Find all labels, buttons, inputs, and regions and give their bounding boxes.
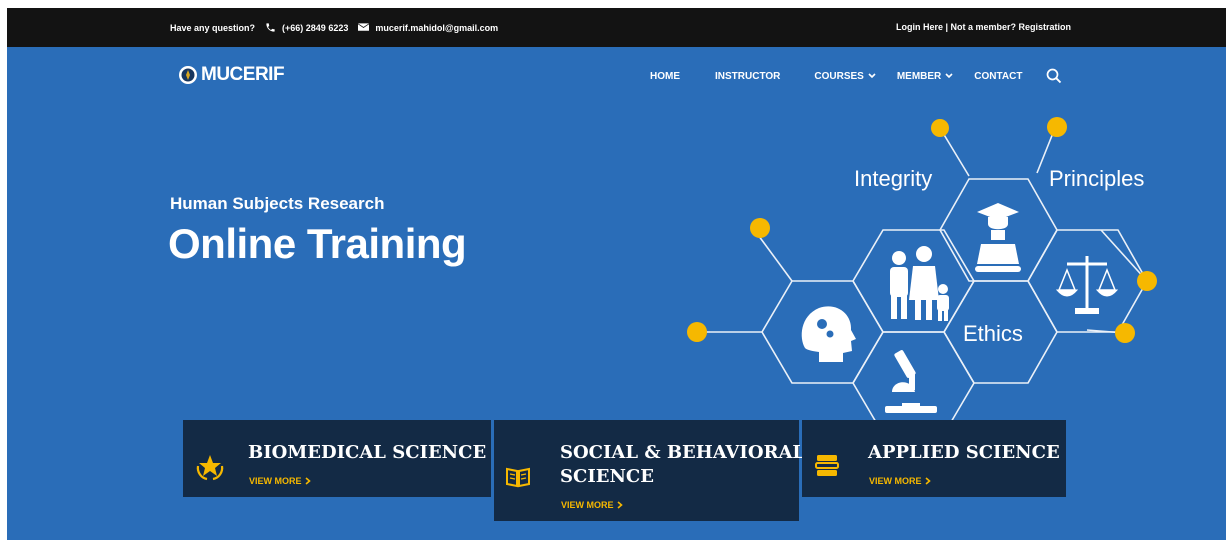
label-ethics: Ethics: [963, 321, 1023, 346]
card-title-line2: SCIENCE: [560, 466, 654, 487]
star-laurel-icon: [196, 455, 224, 481]
card-title-line1: SOCIAL & BEHAVIORAL: [560, 442, 806, 463]
view-more-link[interactable]: VIEW MORE: [869, 476, 931, 486]
view-more-label: VIEW MORE: [869, 476, 922, 486]
card-title: SOCIAL & BEHAVIORAL SCIENCE: [560, 441, 805, 489]
chevron-right-icon: [924, 477, 931, 485]
graduate-icon: [975, 203, 1021, 272]
family-icon: [890, 246, 949, 321]
chevron-right-icon: [304, 477, 311, 485]
view-more-label: VIEW MORE: [561, 500, 614, 510]
label-integrity: Integrity: [854, 166, 932, 191]
open-book-icon: [506, 467, 530, 488]
scales-icon: [1055, 256, 1119, 314]
microscope-icon: [885, 350, 937, 413]
view-more-label: VIEW MORE: [249, 476, 302, 486]
card-biomedical[interactable]: BIOMEDICAL SCIENCE VIEW MORE: [183, 420, 491, 497]
head-gear-icon: [801, 306, 856, 362]
view-more-link[interactable]: VIEW MORE: [561, 500, 623, 510]
page: Have any question? (+66) 2849 6223 mucer…: [7, 8, 1226, 540]
chevron-right-icon: [616, 501, 623, 509]
label-principles: Principles: [1049, 166, 1144, 191]
view-more-link[interactable]: VIEW MORE: [249, 476, 311, 486]
card-social-behavioral[interactable]: SOCIAL & BEHAVIORAL SCIENCE VIEW MORE: [494, 420, 805, 521]
card-applied[interactable]: APPLIED SCIENCE VIEW MORE: [802, 420, 1066, 497]
card-title: BIOMEDICAL SCIENCE: [248, 442, 487, 463]
card-title: APPLIED SCIENCE: [868, 442, 1060, 463]
book-stack-icon: [815, 455, 839, 476]
